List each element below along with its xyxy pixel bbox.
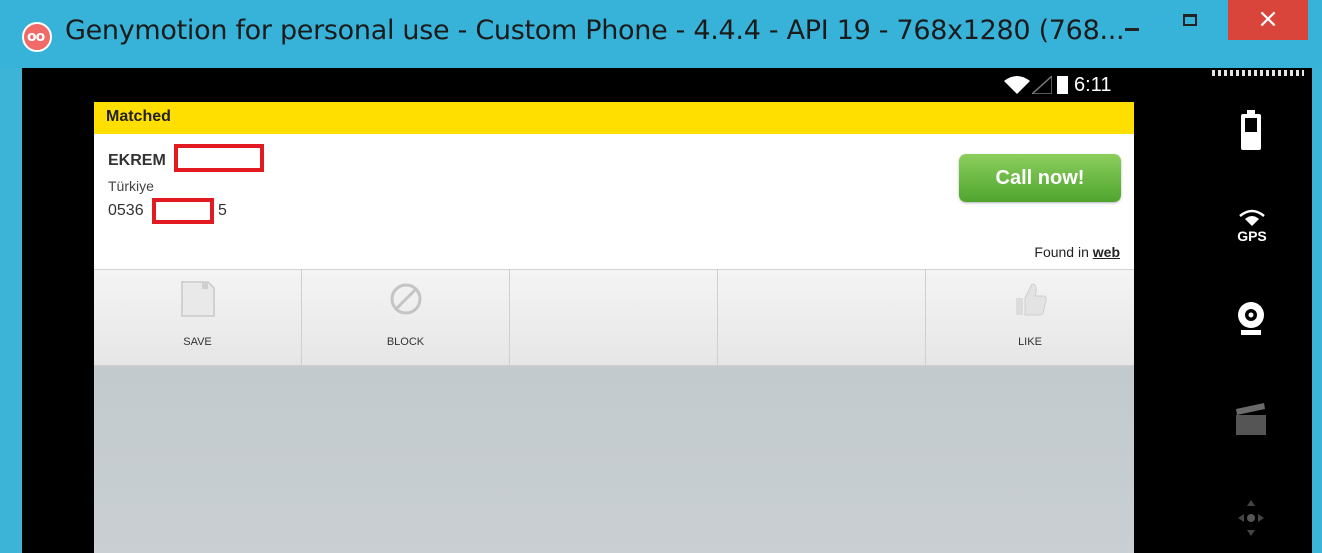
battery-icon[interactable] [1240,110,1262,150]
block-icon [390,283,421,315]
device-display: 6:11 Matched EKREM Türkiye 0536 5 Call n… [22,68,1312,553]
maximize-button[interactable] [1183,14,1197,26]
close-button[interactable]: × [1228,0,1308,40]
like-action[interactable]: LIKE [926,270,1134,365]
webcam-icon[interactable] [1236,300,1266,340]
window-titlebar: oo Genymotion for personal use - Custom … [0,0,1322,68]
genymotion-app-icon: oo [22,22,52,52]
empty-action-slot [718,270,926,365]
matched-banner: Matched [94,102,1134,134]
window-title: Genymotion for personal use - Custom Pho… [65,15,1125,46]
save-icon [180,281,215,317]
dpad-icon[interactable] [1236,498,1266,538]
caller-country: Türkiye [108,178,154,194]
app-icon-text: oo [27,29,45,45]
matched-label: Matched [106,108,171,125]
gps-tool[interactable]: GPS [1230,208,1274,248]
signal-icon [1032,76,1052,94]
toolbar-grip[interactable] [1212,70,1304,76]
status-time: 6:11 [1074,74,1112,96]
wifi-icon [1004,76,1030,94]
save-label: SAVE [183,336,212,348]
call-now-button[interactable]: Call now! [959,154,1121,202]
caller-name: EKREM [108,152,166,169]
save-action[interactable]: SAVE [94,270,302,365]
action-bar: SAVE BLOCK LIKE [94,270,1134,366]
like-icon [1016,283,1047,316]
caller-info-card: EKREM Türkiye 0536 5 Call now! Found in … [94,134,1134,270]
block-action[interactable]: BLOCK [302,270,510,365]
found-in-web-link[interactable]: web [1093,244,1120,260]
gps-label: GPS [1237,228,1267,244]
redaction-box [152,198,214,224]
found-in-text: Found in web [1034,244,1120,260]
android-statusbar: 6:11 [94,68,1134,102]
found-in-label: Found in [1034,244,1089,260]
block-label: BLOCK [386,336,425,348]
like-label: LIKE [1018,336,1042,348]
caller-phone-prefix: 0536 [108,202,144,219]
empty-action-slot [510,270,718,365]
battery-status-icon [1057,76,1068,94]
phone-screen: Matched EKREM Türkiye 0536 5 Call now! F… [94,102,1134,553]
minimize-button[interactable] [1125,28,1139,31]
redaction-box [174,144,264,172]
caller-phone-suffix: 5 [218,202,227,219]
clapperboard-icon[interactable] [1234,401,1268,437]
gps-icon [1239,209,1265,226]
